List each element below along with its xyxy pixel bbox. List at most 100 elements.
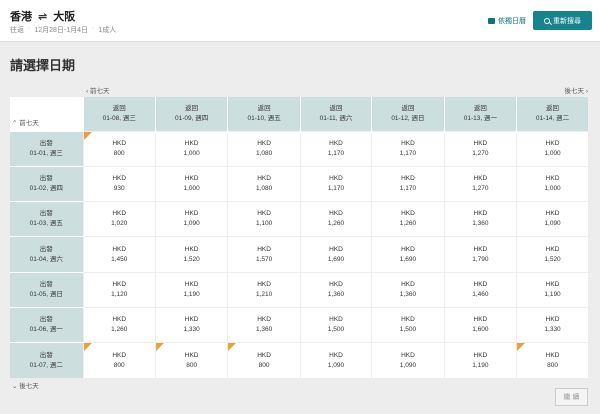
price-cell[interactable]: HKD 1,270 bbox=[443, 165, 517, 202]
price-value: 1,090 bbox=[544, 220, 561, 228]
price-currency: HKD bbox=[257, 210, 271, 218]
price-cell[interactable]: HKD 1,360 bbox=[299, 271, 372, 308]
return-date-header: 返回 01-10, 週五 bbox=[227, 97, 301, 131]
price-cell[interactable]: HKD 1,090 bbox=[299, 342, 372, 379]
price-cell[interactable]: HKD 1,170 bbox=[371, 165, 445, 202]
price-value: 930 bbox=[113, 184, 125, 192]
price-cell[interactable]: HKD 1,360 bbox=[227, 306, 301, 343]
price-cell[interactable]: HKD 1,330 bbox=[516, 306, 588, 343]
price-currency: HKD bbox=[329, 245, 343, 253]
price-cell[interactable]: HKD 1,360 bbox=[443, 201, 517, 237]
price-value: 800 bbox=[258, 361, 270, 369]
earlier-days-link[interactable]: ⌃ 前七天 bbox=[10, 97, 83, 131]
depart-label: 出發 bbox=[39, 174, 53, 182]
price-cell[interactable]: HKD 1,000 bbox=[154, 130, 228, 167]
price-value: 800 bbox=[186, 361, 198, 369]
table-row: 出發 01-02, 週四 HKD 930 HKD 1,000 HKD 1,080 HKD 1,17… bbox=[10, 165, 588, 202]
price-cell[interactable]: HKD 1,170 bbox=[299, 130, 372, 167]
price-currency: HKD bbox=[473, 245, 488, 253]
lowest-price-flag-icon bbox=[83, 343, 92, 352]
price-cell[interactable]: HKD 1,210 bbox=[227, 271, 301, 308]
price-cell[interactable]: HKD 800 bbox=[82, 130, 156, 167]
price-value: 1,570 bbox=[255, 255, 273, 263]
table-row: 出發 01-01, 週三 HKD 800 HKD 1,000 HKD 1,080 HKD 1,17… bbox=[10, 130, 588, 167]
price-cell[interactable]: HKD 1,330 bbox=[154, 306, 228, 343]
price-cell[interactable]: HKD 1,270 bbox=[443, 130, 517, 167]
depart-date: 01-04, 週六 bbox=[29, 255, 63, 263]
price-currency: HKD bbox=[545, 316, 560, 324]
later-days-link[interactable]: ⌄ 後七天 bbox=[12, 380, 39, 390]
price-cell[interactable]: HKD 1,190 bbox=[516, 271, 588, 308]
return-label: 返回 bbox=[185, 104, 199, 112]
price-cell[interactable]: HKD 1,260 bbox=[82, 306, 156, 343]
price-cell[interactable]: HKD 1,690 bbox=[299, 236, 372, 273]
price-cell[interactable]: HKD 1,120 bbox=[82, 271, 156, 308]
price-value: 1,260 bbox=[111, 326, 128, 334]
price-cell[interactable]: HKD 1,260 bbox=[299, 201, 372, 237]
price-cell[interactable]: HKD 1,020 bbox=[82, 201, 156, 237]
price-cell[interactable]: HKD 1,000 bbox=[516, 130, 588, 167]
price-cell[interactable]: HKD 800 bbox=[516, 342, 588, 379]
price-cell[interactable]: HKD 1,790 bbox=[443, 236, 517, 273]
price-cell[interactable]: HKD 1,100 bbox=[227, 201, 301, 237]
search-again-button[interactable]: 重新搜尋 bbox=[533, 11, 592, 30]
return-label: 返回 bbox=[473, 104, 487, 112]
price-currency: HKD bbox=[401, 316, 415, 324]
price-cell[interactable]: HKD 1,190 bbox=[443, 342, 517, 379]
price-cell[interactable]: HKD 1,090 bbox=[516, 201, 588, 237]
price-value: 1,260 bbox=[327, 220, 345, 228]
price-cell[interactable]: HKD 800 bbox=[82, 342, 156, 379]
price-cell[interactable]: HKD 1,090 bbox=[154, 201, 228, 237]
date-price-grid: ⌃ 前七天 返回 01-08, 週三 返回 01-09, 週四 返回 01-10, 週五返… bbox=[10, 97, 588, 379]
calendar-link[interactable]: 依獨日曆 bbox=[488, 16, 526, 26]
table-row: 出發 01-04, 週六 HKD 1,450 HKD 1,520 HKD 1,570 HKD 1,… bbox=[10, 236, 588, 273]
price-cell[interactable]: HKD 1,000 bbox=[154, 165, 228, 202]
price-currency: HKD bbox=[401, 245, 415, 253]
price-cell[interactable]: HKD 1,690 bbox=[371, 236, 445, 273]
price-cell[interactable]: HKD 1,170 bbox=[299, 165, 372, 202]
price-cell[interactable]: HKD 1,190 bbox=[154, 271, 228, 308]
continue-button[interactable]: 繼 續 bbox=[555, 388, 588, 406]
price-cell[interactable]: HKD 1,090 bbox=[371, 342, 445, 379]
price-cell[interactable]: HKD 1,080 bbox=[227, 130, 301, 167]
price-value: 1,170 bbox=[327, 184, 345, 192]
price-cell[interactable]: HKD 1,520 bbox=[154, 236, 228, 273]
top-bar: 香港 ⇌ 大阪 往返 · 12月28日-1月4日 · 1成人 依獨日曆 重新搜尋 bbox=[0, 0, 600, 42]
price-currency: HKD bbox=[473, 210, 488, 218]
price-currency: HKD bbox=[112, 174, 127, 182]
destination-city: 大阪 bbox=[53, 11, 76, 23]
price-value: 1,080 bbox=[255, 149, 273, 157]
page-title: 請選擇日期 bbox=[10, 58, 76, 73]
price-value: 1,690 bbox=[399, 255, 417, 263]
return-label: 返回 bbox=[257, 104, 271, 112]
price-value: 1,270 bbox=[472, 184, 489, 192]
price-value: 1,190 bbox=[183, 290, 200, 298]
price-value: 1,360 bbox=[472, 220, 489, 228]
price-currency: HKD bbox=[473, 174, 488, 182]
depart-label: 出發 bbox=[39, 351, 53, 359]
price-cell[interactable]: HKD 930 bbox=[82, 165, 156, 202]
price-cell[interactable]: HKD 1,500 bbox=[371, 306, 445, 343]
price-cell[interactable]: HKD 1,360 bbox=[371, 271, 445, 308]
price-cell[interactable]: HKD 1,500 bbox=[299, 306, 372, 343]
price-cell[interactable]: HKD 1,450 bbox=[82, 236, 156, 273]
price-cell[interactable]: HKD 1,080 bbox=[227, 165, 301, 202]
depart-date: 01-07, 週二 bbox=[29, 361, 63, 369]
price-cell[interactable]: HKD 1,570 bbox=[227, 236, 301, 273]
price-value: 1,190 bbox=[544, 290, 561, 298]
price-cell[interactable]: HKD 1,460 bbox=[443, 271, 517, 308]
price-cell[interactable]: HKD 1,170 bbox=[371, 130, 445, 167]
price-cell[interactable]: HKD 800 bbox=[227, 342, 301, 379]
price-cell[interactable]: HKD 1,520 bbox=[516, 236, 588, 273]
price-currency: HKD bbox=[257, 351, 271, 359]
price-cell[interactable]: HKD 1,600 bbox=[443, 306, 517, 343]
return-date: 01-12, 週日 bbox=[391, 114, 425, 122]
price-currency: HKD bbox=[545, 139, 560, 147]
price-cell[interactable]: HKD 800 bbox=[154, 342, 228, 379]
price-cell[interactable]: HKD 1,260 bbox=[371, 201, 445, 237]
next-week-link[interactable]: 後七天 › bbox=[565, 85, 588, 95]
price-value: 1,210 bbox=[255, 290, 273, 298]
swap-icon: ⇌ bbox=[38, 10, 48, 23]
previous-week-link[interactable]: ‹ 前七天 bbox=[86, 85, 109, 95]
price-cell[interactable]: HKD 1,000 bbox=[516, 165, 588, 202]
